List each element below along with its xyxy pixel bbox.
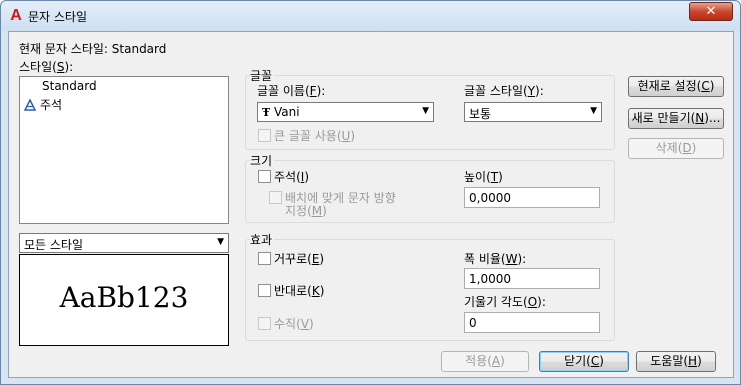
upside-down-label: 거꾸로(E) [274,252,325,266]
width-factor-input[interactable]: 1,0000 [464,268,600,289]
set-current-button[interactable]: 현재로 설정(C) [628,76,724,97]
height-input[interactable]: 0,0000 [464,187,600,208]
match-orientation-label-line2: 지정(M) [285,204,327,218]
truetype-font-icon: Ŧ [262,106,271,119]
style-item-standard[interactable]: Standard [42,79,97,93]
font-style-label: 글꼴 스타일(Y): [464,84,544,98]
preview-text: AaBb123 [59,281,189,314]
vertical-checkbox[interactable] [258,317,271,330]
annotative-icon [23,98,37,111]
close-window-button[interactable]: ✕ [689,2,733,21]
styles-label: 스타일(S): [19,60,74,74]
upside-down-checkbox[interactable] [258,252,271,265]
use-bigfont-label: 큰 글꼴 사용(U) [274,129,355,143]
width-factor-label: 폭 비율(W): [464,252,527,266]
text-style-dialog: A 문자 스타일 ✕ 현재 문자 스타일: Standard 스타일(S): S… [0,0,741,385]
style-filter-dropdown[interactable]: 모든 스타일 ▼ [19,233,229,253]
window-title: 문자 스타일 [28,10,88,24]
chevron-down-icon: ▼ [217,237,224,247]
styles-list[interactable]: Standard 주석 [19,76,229,224]
font-name-label: 글꼴 이름(F): [257,84,326,98]
title-bar: A 문자 스타일 ✕ [1,1,740,31]
preview-pane: AaBb123 [19,254,229,346]
dialog-body: 현재 문자 스타일: Standard 스타일(S): Standard 주석 … [8,31,734,378]
help-button[interactable]: 도움말(H) [636,351,716,372]
backwards-label: 반대로(K) [274,284,325,298]
current-style-line: 현재 문자 스타일: Standard [19,40,166,57]
apply-button[interactable]: 적용(A) [441,351,529,372]
size-group-label: 크기 [250,152,275,169]
new-style-button[interactable]: 새로 만들기(N)... [628,108,724,129]
vertical-label: 수직(V) [274,317,314,331]
current-style-label: 현재 문자 스타일: [19,42,108,56]
match-orientation-checkbox[interactable] [269,191,282,204]
current-style-value: Standard [111,42,167,56]
oblique-angle-input[interactable]: 0 [464,312,600,333]
font-style-dropdown[interactable]: 보통 ▼ [464,102,602,122]
height-label: 높이(T) [464,170,503,184]
use-bigfont-checkbox[interactable] [258,129,271,142]
style-item-annotative[interactable]: 주석 [23,96,62,113]
delete-style-button[interactable]: 삭제(D) [628,138,724,159]
close-button[interactable]: 닫기(C) [539,351,629,372]
oblique-angle-label: 기울기 각도(O): [464,295,546,309]
autocad-app-icon: A [10,7,22,24]
effects-group-label: 효과 [250,231,275,248]
font-name-dropdown[interactable]: Ŧ Vani ▼ [257,102,434,122]
backwards-checkbox[interactable] [258,284,271,297]
chevron-down-icon: ▼ [590,106,597,116]
annotative-checkbox[interactable] [258,170,271,183]
annotative-label: 주석(I) [274,170,309,184]
chevron-down-icon: ▼ [422,106,429,116]
